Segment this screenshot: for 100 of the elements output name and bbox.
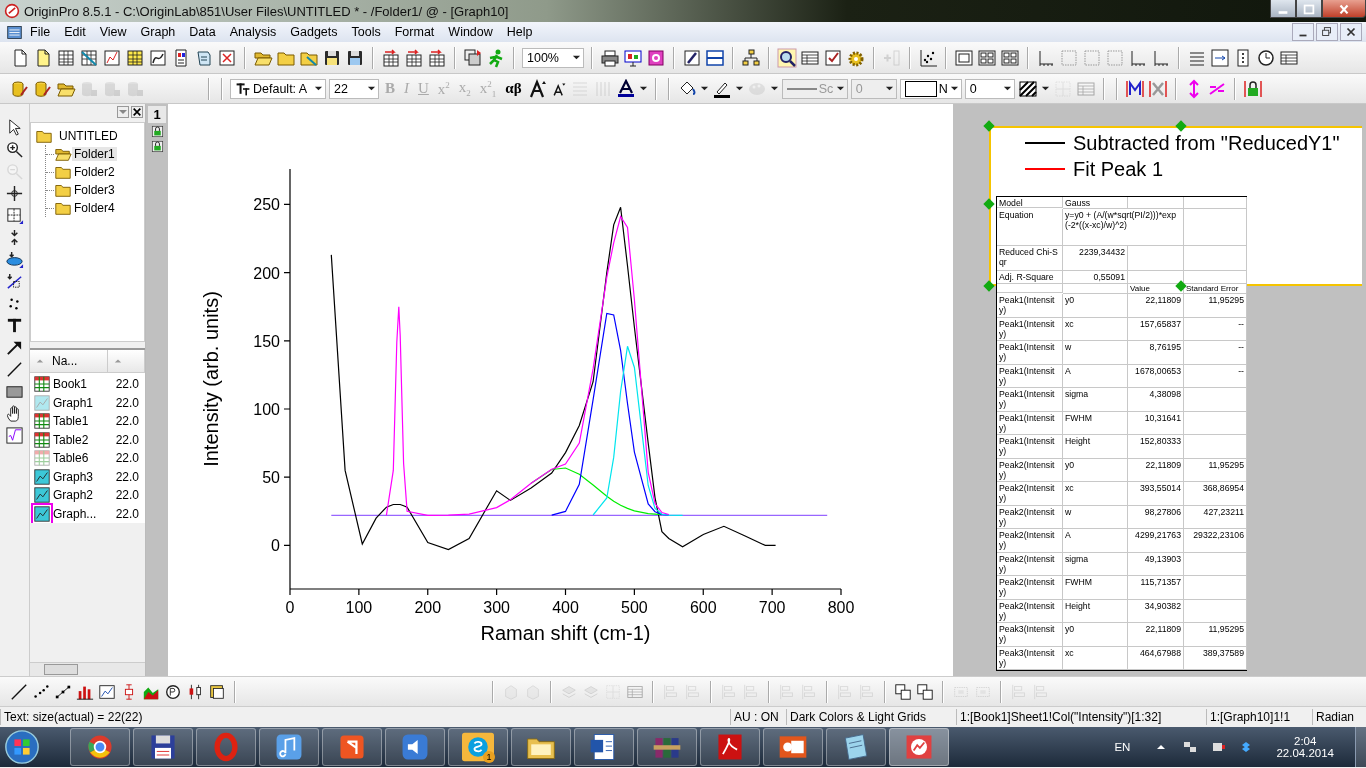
- window-name[interactable]: Graph3: [53, 469, 114, 484]
- page-tab[interactable]: 1: [148, 106, 166, 123]
- menu-item[interactable]: Gadgets: [283, 23, 345, 41]
- table-cell: y0: [1063, 458, 1128, 482]
- pattern-dropdown[interactable]: 0: [964, 78, 1015, 99]
- taskbar-button[interactable]: 1: [448, 728, 508, 766]
- legend-box[interactable]: Subtracted from "ReducedY1" Fit Peak 1: [989, 126, 1362, 196]
- table-cell: Peak1(Intensity): [997, 388, 1063, 412]
- table-cell: 22,11809: [1128, 294, 1184, 318]
- table-cell: 157,65837: [1128, 317, 1184, 341]
- table-cell: 2239,34432: [1063, 246, 1128, 271]
- table-cell: 22,11809: [1128, 623, 1184, 647]
- table-cell: Adj. R-Square: [997, 271, 1063, 284]
- table-cell: Height: [1063, 599, 1128, 623]
- tree-item[interactable]: Folder1: [72, 147, 117, 161]
- table-cell: y0: [1063, 623, 1128, 647]
- table-cell: Peak3(Intensity): [997, 623, 1063, 647]
- table-cell: --: [1184, 317, 1247, 341]
- format-button[interactable]: αβ: [502, 77, 525, 100]
- font-dropdown[interactable]: Default: A: [230, 78, 326, 99]
- window-name[interactable]: Table1: [53, 414, 114, 429]
- tick-label: 0: [271, 537, 280, 555]
- table-cell: Reduced Chi-Sqr: [997, 246, 1063, 271]
- tick-label: 0: [285, 599, 295, 616]
- table-cell: 29322,23106: [1184, 529, 1247, 553]
- clock-time[interactable]: 2:04: [1294, 735, 1317, 747]
- menu-item[interactable]: Graph: [133, 23, 183, 41]
- table-cell: 11,95295: [1184, 623, 1247, 647]
- font-size-dropdown[interactable]: 22: [329, 78, 379, 99]
- size-value: 22.0: [115, 488, 140, 503]
- legend-label: Fit Peak 1: [1073, 157, 1164, 181]
- box-dropdown[interactable]: N: [899, 78, 962, 99]
- size-value: 22.0: [115, 395, 140, 410]
- table-cell: y=y0 + (A/(w*sqrt(PI/2)))*exp(-2*((x-xc)/w)^2): [1063, 209, 1184, 246]
- table-cell: 427,23211: [1184, 505, 1247, 529]
- window-name[interactable]: Graph...: [53, 506, 114, 521]
- table-cell: y0: [1063, 294, 1128, 318]
- table-cell: FWHM: [1063, 576, 1128, 600]
- table-cell: w: [1063, 505, 1128, 529]
- window-name[interactable]: Book1: [53, 377, 114, 392]
- table-cell: Peak1(Intensity): [997, 435, 1063, 459]
- column-header: Value: [1128, 284, 1184, 294]
- table-cell: A: [1063, 364, 1128, 388]
- axis-title: Raman shift (cm-1): [480, 622, 651, 644]
- table-cell: Peak2(Intensity): [997, 529, 1063, 553]
- menu-item[interactable]: View: [92, 23, 134, 41]
- table-cell: 1678,00653: [1128, 364, 1184, 388]
- table-cell: Peak2(Intensity): [997, 505, 1063, 529]
- size-value: 22.0: [115, 506, 140, 521]
- legend-label: Subtracted from "ReducedY1": [1073, 131, 1340, 155]
- menu-item[interactable]: Analysis: [222, 23, 284, 41]
- tick-label: 800: [827, 599, 855, 616]
- table-cell: 115,71357: [1128, 576, 1184, 600]
- window-name[interactable]: Graph1: [53, 395, 114, 410]
- tick-label: 300: [483, 599, 510, 616]
- menu-item[interactable]: Tools: [344, 23, 388, 41]
- clock-date[interactable]: 22.04.2014: [1276, 747, 1334, 759]
- table-cell: Peak2(Intensity): [997, 552, 1063, 576]
- table-cell: 4,38098: [1128, 388, 1184, 412]
- menu-item[interactable]: Format: [387, 23, 442, 41]
- status-text: 1:[Graph10]1!1: [1206, 709, 1312, 725]
- axis-title: Intensity (arb. units): [200, 291, 222, 467]
- table-cell: xc: [1063, 482, 1128, 506]
- tick-label: 150: [253, 332, 280, 350]
- tree-item[interactable]: Folder3: [72, 183, 117, 197]
- tick-label: 700: [758, 599, 786, 616]
- window-name[interactable]: Table6: [53, 451, 114, 466]
- table-cell: w: [1063, 341, 1128, 365]
- size-value: 22.0: [115, 451, 140, 466]
- table-cell: 49,13903: [1128, 552, 1184, 576]
- table-cell: xc: [1063, 646, 1128, 670]
- table-cell: 34,90382: [1128, 599, 1184, 623]
- window-name[interactable]: Graph2: [53, 488, 114, 503]
- menu-item[interactable]: Edit: [57, 23, 93, 41]
- tick-label: 500: [621, 599, 648, 616]
- tick-label: 50: [262, 469, 280, 487]
- table-cell: 0,55091: [1063, 271, 1128, 284]
- tree-item[interactable]: Folder2: [72, 165, 117, 179]
- table-cell: Model: [997, 197, 1063, 208]
- tree-item[interactable]: UNTITLED: [57, 129, 120, 143]
- menu-item[interactable]: Data: [182, 23, 223, 41]
- table-cell: sigma: [1063, 388, 1128, 412]
- table-cell: 98,27806: [1128, 505, 1184, 529]
- table-cell: Peak1(Intensity): [997, 341, 1063, 365]
- table-cell: sigma: [1063, 552, 1128, 576]
- zoom-dropdown[interactable]: 100%: [522, 47, 584, 68]
- language-indicator[interactable]: EN: [1114, 741, 1131, 753]
- menu-item[interactable]: Help: [499, 23, 540, 41]
- table-cell: Peak3(Intensity): [997, 646, 1063, 670]
- menu-item[interactable]: File: [23, 23, 58, 41]
- table-cell: Peak2(Intensity): [997, 482, 1063, 506]
- tick-label: 200: [253, 264, 280, 282]
- window-title: OriginPro 8.5.1 - C:\OriginLab\851\User Files\UNTITLED * - /Folder1/ @ - [Graph10]: [24, 3, 509, 19]
- table-cell: --: [1184, 341, 1247, 365]
- status-text: Dark Colors & Light Grids: [786, 709, 956, 725]
- table-cell: 11,95295: [1184, 458, 1247, 482]
- window-name[interactable]: Table2: [53, 432, 114, 447]
- table-cell: 10,31641: [1128, 411, 1184, 435]
- menu-item[interactable]: Window: [441, 23, 500, 41]
- tree-item[interactable]: Folder4: [72, 201, 117, 215]
